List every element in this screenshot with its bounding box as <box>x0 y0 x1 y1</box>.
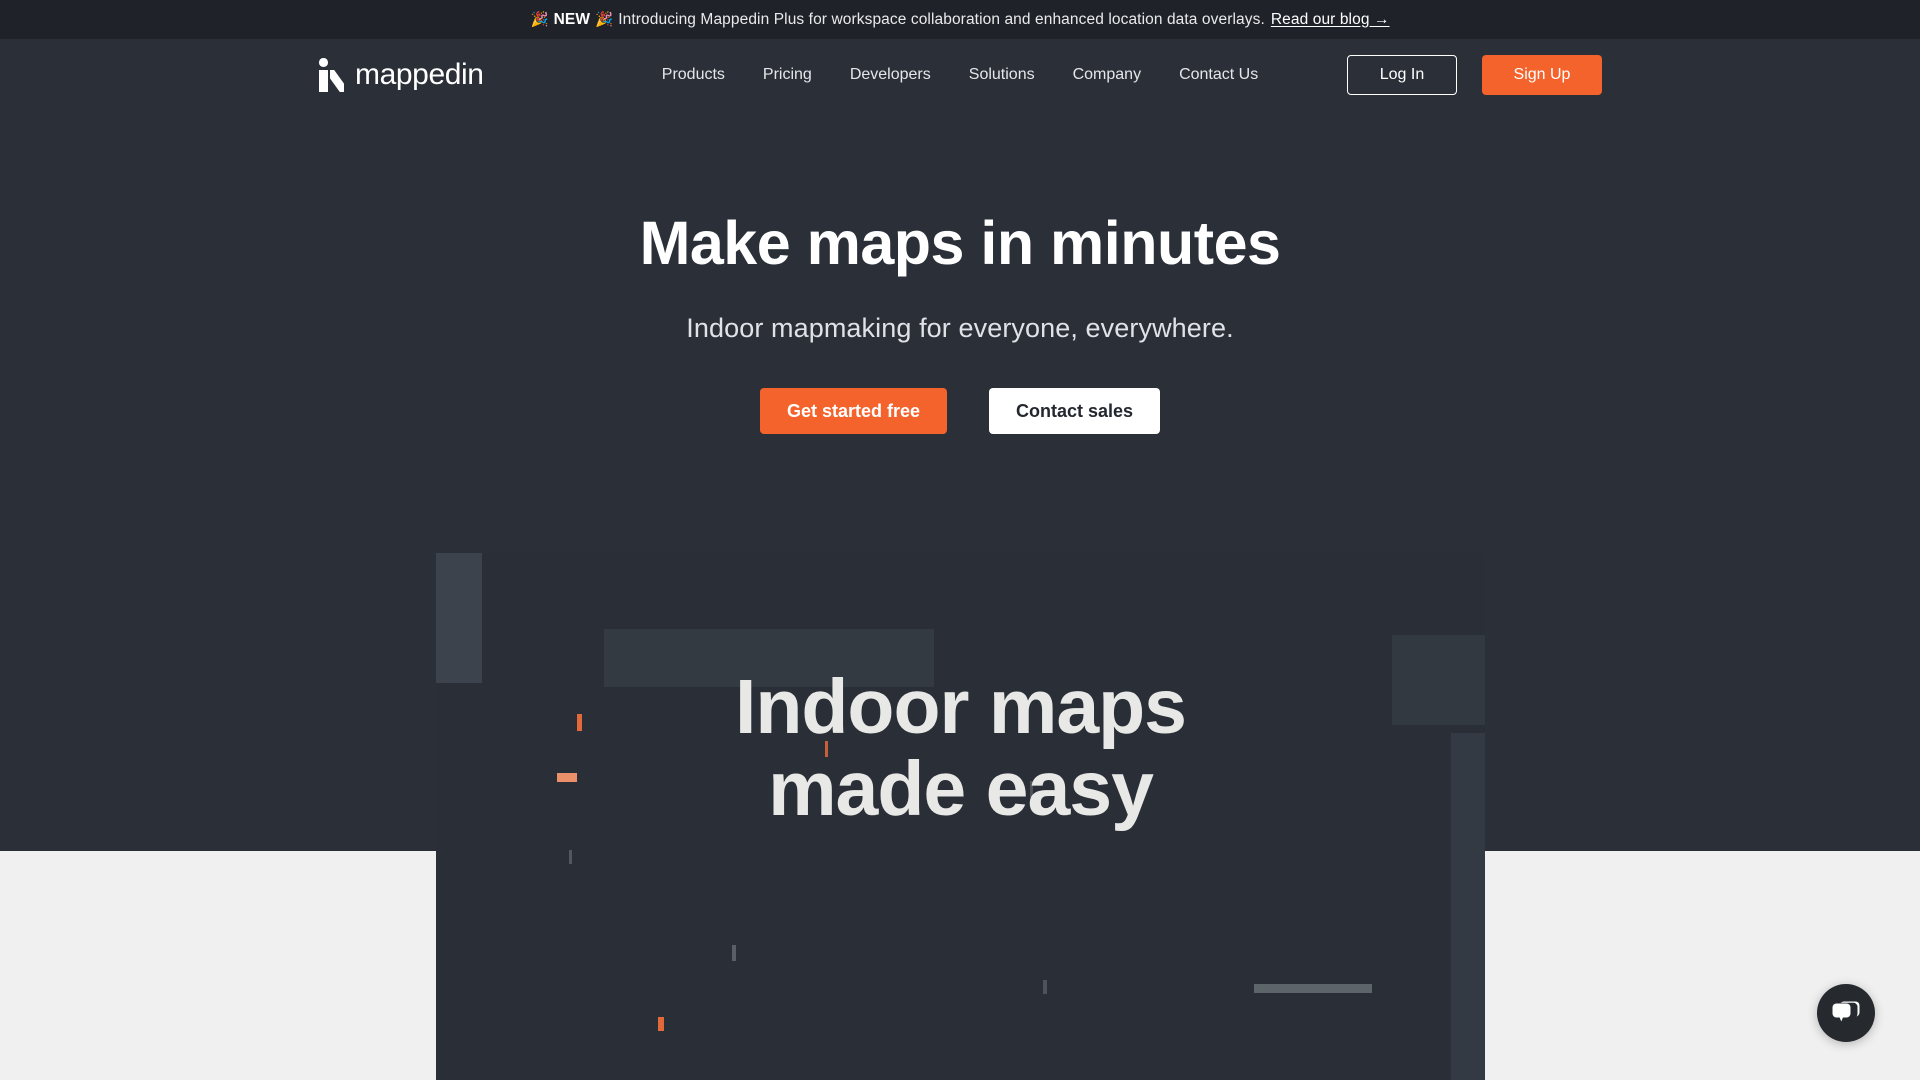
nav-item-solutions[interactable]: Solutions <box>950 58 1054 92</box>
landing-page: 🎉 NEW 🎉 Introducing Mappedin Plus for wo… <box>0 0 1920 1080</box>
contact-sales-button[interactable]: Contact sales <box>989 388 1161 435</box>
hero-section: Make maps in minutes Indoor mapmaking fo… <box>0 209 1920 435</box>
mappedin-logo-text: mappedin <box>355 58 484 91</box>
hero-video-panel[interactable]: Indoor maps made easy <box>436 553 1485 1080</box>
map-marker-gray <box>1254 984 1372 993</box>
nav-item-products[interactable]: Products <box>643 58 744 92</box>
banner-message: Introducing Mappedin Plus for workspace … <box>618 10 1265 28</box>
hero-cta-group: Get started free Contact sales <box>0 388 1920 435</box>
nav-item-contact-us[interactable]: Contact Us <box>1160 58 1277 92</box>
hero-video-canvas: Indoor maps made easy <box>436 553 1485 1080</box>
get-started-free-button[interactable]: Get started free <box>759 388 947 435</box>
site-header: mappedin Products Pricing Developers Sol… <box>0 39 1920 111</box>
map-marker-gray <box>1043 980 1047 994</box>
logo-dot-shape <box>319 58 328 67</box>
sign-up-button[interactable]: Sign Up <box>1482 55 1602 95</box>
nav-item-developers[interactable]: Developers <box>831 58 950 92</box>
announcement-banner: 🎉 NEW 🎉 Introducing Mappedin Plus for wo… <box>0 0 1920 39</box>
mappedin-logo[interactable]: mappedin <box>318 58 484 92</box>
map-marker-gray <box>569 850 572 864</box>
chat-widget-button[interactable] <box>1817 984 1875 1042</box>
nav-item-pricing[interactable]: Pricing <box>744 58 831 92</box>
nav-item-company[interactable]: Company <box>1054 58 1160 92</box>
primary-navigation: Products Pricing Developers Solutions Co… <box>643 58 1277 92</box>
announcement-banner-content: 🎉 NEW 🎉 Introducing Mappedin Plus for wo… <box>530 11 1389 29</box>
map-block-shape <box>436 553 482 683</box>
map-marker-orange <box>658 1017 664 1031</box>
logo-n-shape <box>330 70 344 92</box>
map-marker-gray <box>732 945 736 961</box>
banner-read-blog-link[interactable]: Read our blog → <box>1265 11 1390 29</box>
video-headline-line-1: Indoor maps <box>734 664 1187 750</box>
header-actions: Log In Sign Up <box>1347 55 1602 95</box>
log-in-button[interactable]: Log In <box>1347 55 1457 95</box>
chat-bubble-icon <box>1832 1001 1860 1021</box>
video-headline-line-2: made easy <box>768 746 1154 833</box>
party-popper-icon-left: 🎉 <box>530 12 549 28</box>
logo-i-stem-shape <box>319 70 328 92</box>
hero-title: Make maps in minutes <box>639 209 1281 277</box>
banner-new-badge: NEW <box>553 10 591 28</box>
party-popper-icon-right: 🎉 <box>595 12 614 28</box>
video-headline: Indoor maps made easy <box>436 666 1485 831</box>
mappedin-logo-icon <box>318 58 344 92</box>
hero-subtitle: Indoor mapmaking for everyone, everywher… <box>686 313 1234 344</box>
